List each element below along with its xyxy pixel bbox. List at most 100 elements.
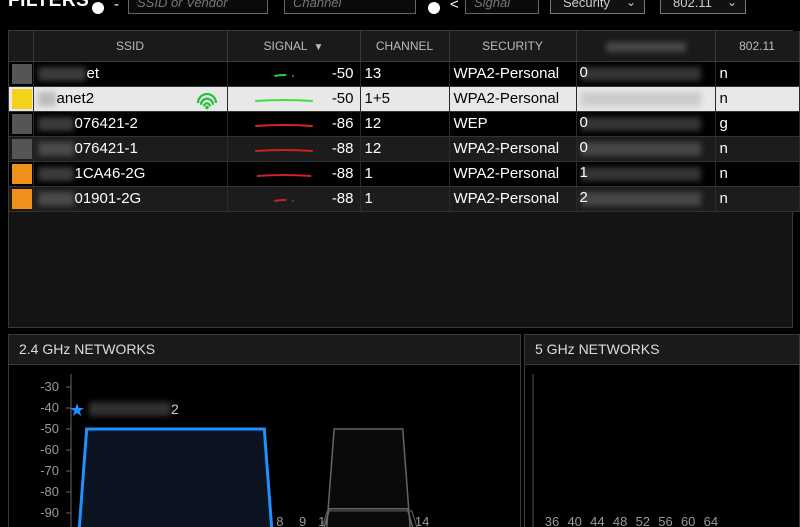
- network-color-swatch: [12, 113, 32, 134]
- signal-cell: -88: [227, 136, 361, 162]
- channel-cell: 13: [360, 61, 450, 87]
- security-cell: WPA2-Personal: [449, 161, 577, 187]
- signal-value: -86: [331, 114, 354, 132]
- table-row[interactable]: et -50 13 WPA2-Personal 0 n: [9, 61, 800, 87]
- signal-strength-graph: [273, 198, 294, 202]
- security-cell: WEP: [449, 111, 577, 137]
- ssid-filter-radio[interactable]: [92, 2, 104, 14]
- signal-strength-graph: [273, 73, 294, 77]
- color-cell: [9, 111, 34, 137]
- y-tick-label: -40: [40, 400, 59, 415]
- standard-column-header[interactable]: 802.11: [715, 31, 800, 62]
- signal-cell: -88: [227, 186, 361, 212]
- ssid-header-label: SSID: [115, 38, 144, 53]
- mac-cell: 1: [576, 161, 716, 187]
- signal-value: -88: [331, 164, 354, 182]
- signal-filter-radio[interactable]: [428, 2, 440, 14]
- mac-column-header[interactable]: [576, 31, 716, 62]
- filters-title: FILTERS: [8, 0, 90, 11]
- security-cell: WPA2-Personal: [449, 136, 577, 162]
- signal-filter-operator: <: [450, 0, 459, 13]
- signal-header-label: SIGNAL: [263, 38, 308, 53]
- redacted-mac: [580, 92, 701, 106]
- highlight-network-label: 2: [171, 401, 179, 417]
- security-cell: WPA2-Personal: [449, 86, 577, 112]
- network-color-swatch: [12, 188, 32, 209]
- standard-cell: n: [715, 161, 800, 187]
- ssid-text: 076421-1: [74, 140, 138, 157]
- standard-filter-select[interactable]: 802.11 ⌄: [660, 0, 746, 14]
- signal-cell: -50: [227, 61, 361, 87]
- color-cell: [9, 86, 34, 112]
- signal-filter-input[interactable]: Signal: [465, 0, 539, 14]
- table-row[interactable]: anet2 -50 1+5 WPA2-Personal n: [9, 86, 800, 112]
- security-column-header[interactable]: SECURITY: [449, 31, 577, 62]
- x-tick-label: 9: [299, 514, 306, 527]
- signal-strength-graph: [254, 123, 313, 127]
- ssid-filter-operator: -: [114, 0, 119, 13]
- standard-cell: n: [715, 86, 800, 112]
- mac-first-char: 0: [579, 138, 588, 156]
- signal-value: -88: [331, 139, 354, 157]
- redacted-ssid-prefix: [37, 167, 74, 182]
- channel-header-label: CHANNEL: [375, 38, 434, 53]
- network-table-panel: SSID SIGNAL ▼ CHANNEL SECURITY 802.11 et -…: [8, 30, 800, 328]
- standard-cell: g: [715, 111, 800, 137]
- security-cell: WPA2-Personal: [449, 61, 577, 87]
- network-color-swatch: [12, 88, 32, 109]
- table-row[interactable]: 01901-2G -88 1 WPA2-Personal 2 n: [9, 186, 800, 212]
- table-row[interactable]: 1CA46-2G -88 1 WPA2-Personal 1 n: [9, 161, 800, 187]
- standard-filter-value: 802.11: [673, 0, 712, 10]
- redacted-header: [605, 41, 686, 52]
- ssid-text: anet2: [56, 90, 95, 107]
- signal-cell: -50: [227, 86, 361, 112]
- redacted-network-label: [89, 402, 171, 416]
- table-row[interactable]: 076421-1 -88 12 WPA2-Personal 0 n: [9, 136, 800, 162]
- graph-5ghz-title: 5 GHz NETWORKS: [525, 335, 799, 365]
- channel-cell: 1+5: [360, 86, 450, 112]
- network-signal-shape: [326, 428, 411, 527]
- color-cell: [9, 161, 34, 187]
- x-tick-label: 14: [415, 514, 429, 527]
- network-table: SSID SIGNAL ▼ CHANNEL SECURITY 802.11 et -…: [9, 31, 800, 212]
- mac-first-char: 0: [579, 113, 588, 131]
- chevron-down-icon: ⌄: [726, 0, 737, 9]
- ssid-column-header[interactable]: SSID: [33, 31, 228, 62]
- channel-column-header[interactable]: CHANNEL: [360, 31, 450, 62]
- x-tick-label: 44: [590, 514, 604, 527]
- graph-24ghz-svg: -30-40-50-60-70-80-901234567891011121314…: [40, 374, 429, 527]
- ssid-text: et: [86, 65, 100, 82]
- x-tick-label: 40: [567, 514, 581, 527]
- ssid-cell: 1CA46-2G: [33, 161, 228, 187]
- y-tick-label: -50: [40, 421, 59, 436]
- y-tick-label: -80: [40, 484, 59, 499]
- signal-column-header[interactable]: SIGNAL ▼: [227, 31, 361, 62]
- ssid-vendor-filter-input[interactable]: SSID or Vendor: [128, 0, 268, 14]
- graph-5ghz-svg: 36 40 44 48 52 56 60 64: [532, 374, 718, 527]
- security-filter-select[interactable]: Security ⌄: [550, 0, 645, 14]
- redacted-ssid-prefix: [37, 67, 86, 82]
- redacted-ssid-prefix: [37, 192, 74, 207]
- x-tick-label: 48: [613, 514, 627, 527]
- graph-5ghz-area: 36 40 44 48 52 56 60 64: [525, 366, 799, 527]
- color-cell: [9, 61, 34, 87]
- y-tick-label: -60: [40, 442, 59, 457]
- network-color-swatch: [12, 138, 32, 159]
- ssid-cell: 076421-1: [33, 136, 228, 162]
- mac-cell: 0: [576, 61, 716, 87]
- signal-strength-graph: [254, 148, 313, 152]
- x-tick-label: 56: [658, 514, 672, 527]
- table-row[interactable]: 076421-2 -86 12 WEP 0 g: [9, 111, 800, 137]
- mac-first-char: 1: [579, 163, 588, 181]
- selected-network-shape: [77, 427, 274, 527]
- filter-bar: FILTERS - SSID or Vendor Channel < Signa…: [0, 0, 800, 16]
- y-tick-label: -70: [40, 463, 59, 478]
- mac-first-char: 2: [579, 188, 588, 206]
- color-column-header: [9, 31, 34, 62]
- redacted-ssid-prefix: [37, 117, 74, 132]
- star-icon: ★: [69, 400, 85, 421]
- graph-5ghz-panel: 5 GHz NETWORKS 36 40 44 48 52 56 60 64: [524, 334, 800, 527]
- redacted-mac: [580, 117, 701, 131]
- redacted-mac: [580, 142, 701, 156]
- channel-filter-input[interactable]: Channel: [284, 0, 416, 14]
